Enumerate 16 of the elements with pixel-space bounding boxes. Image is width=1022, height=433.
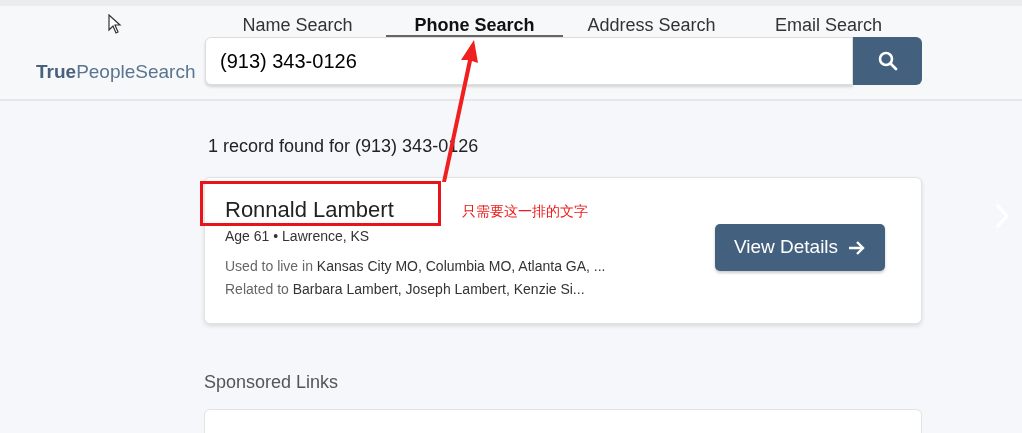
view-details-button[interactable]: View Details xyxy=(715,224,885,271)
search-tab[interactable]: Name Search xyxy=(209,6,386,37)
detail-line: Used to live in Kansas City MO, Columbia MO, Atlanta GA, ... xyxy=(225,257,607,276)
search-button[interactable] xyxy=(853,37,922,85)
person-name: Ronnald Lambert xyxy=(225,196,394,224)
cursor-icon xyxy=(108,14,122,34)
search-field[interactable]: (913) 343-0126 xyxy=(205,37,853,85)
age-location: Age 61 • Lawrence, KS xyxy=(225,227,371,246)
search-tab[interactable]: Email Search xyxy=(740,6,917,37)
search-tab[interactable]: Address Search xyxy=(563,6,740,37)
annotation-note: 只需要这一排的文字 xyxy=(462,202,588,221)
search-icon xyxy=(877,51,898,71)
section-title: Sponsored Links xyxy=(204,371,340,394)
detail-line: Related to Barbara Lambert, Joseph Lambert, Kenzie Si... xyxy=(225,280,586,299)
arrow-right-icon xyxy=(848,239,867,256)
logo[interactable]: TruePeopleSearch xyxy=(0,6,205,99)
